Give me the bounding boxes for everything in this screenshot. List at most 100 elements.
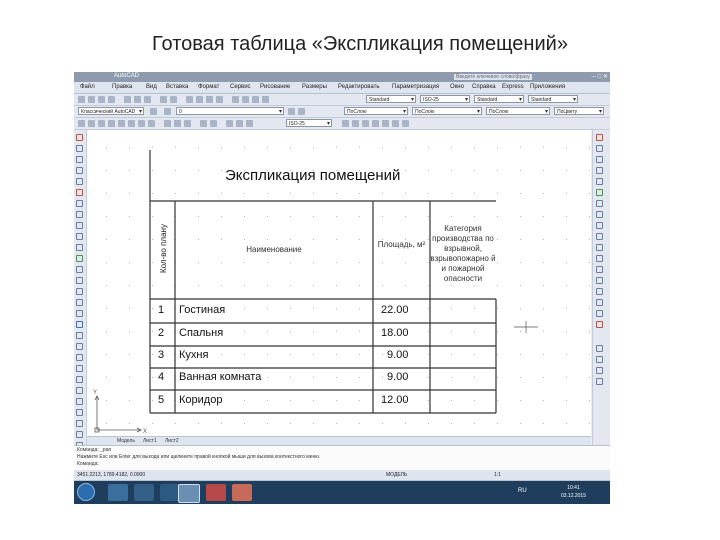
ellipse-icon[interactable] (76, 233, 83, 240)
dim-edit-icon[interactable] (226, 120, 233, 127)
menu-insert[interactable]: Вставка (166, 84, 188, 90)
explorer-icon[interactable] (108, 484, 128, 501)
hatch-tool-icon[interactable] (76, 288, 83, 295)
menu-help[interactable]: Справка (472, 84, 496, 90)
search-input[interactable]: Введите ключевое слово/фразу (454, 74, 532, 80)
multiline-text-icon[interactable] (76, 332, 83, 339)
radius-dim-icon[interactable] (118, 120, 125, 127)
plot-icon[interactable] (108, 96, 115, 103)
layer-previous-icon[interactable] (298, 108, 305, 115)
rectangle-icon[interactable] (382, 120, 389, 127)
scale-icon[interactable] (596, 211, 603, 218)
dim-style-combo[interactable]: ISO-25 (286, 119, 332, 128)
folder-icon[interactable] (232, 484, 252, 501)
hatch-icon[interactable] (392, 120, 399, 127)
arc-tool-icon[interactable] (76, 189, 83, 196)
color-select[interactable]: ПоСлою (344, 107, 408, 116)
properties-icon[interactable] (232, 96, 239, 103)
ordinate-dim-icon[interactable] (108, 120, 115, 127)
menu-tools[interactable]: Сервис (230, 84, 251, 90)
tool-palettes-icon[interactable] (252, 96, 259, 103)
command-prompt[interactable]: Команда: (77, 461, 99, 467)
copy-icon[interactable] (134, 96, 141, 103)
break-at-point-icon[interactable] (596, 255, 603, 262)
cut-icon[interactable] (124, 96, 131, 103)
circle-tool-icon[interactable] (76, 200, 83, 207)
arc-icon[interactable] (362, 120, 369, 127)
continue-dim-icon[interactable] (184, 120, 191, 127)
move-icon[interactable] (596, 189, 603, 196)
zoom-previous-icon[interactable] (216, 96, 223, 103)
table-style-select[interactable]: Standard (474, 95, 524, 104)
polyline-icon[interactable] (352, 120, 359, 127)
zoom-window-icon[interactable] (206, 96, 213, 103)
make-current-layer-icon[interactable] (288, 108, 295, 115)
start-orb-icon[interactable] (77, 483, 95, 501)
baseline-dim-icon[interactable] (174, 120, 181, 127)
polygon-icon[interactable] (76, 167, 83, 174)
mirror-icon[interactable] (596, 156, 603, 163)
chamfer-icon[interactable] (596, 288, 603, 295)
aligned-dim-icon[interactable] (88, 120, 95, 127)
workspace-settings-icon[interactable] (150, 108, 157, 115)
undo-icon[interactable] (160, 96, 167, 103)
workspace-select[interactable]: Классический AutoCAD (78, 107, 144, 116)
ray-icon[interactable] (76, 398, 83, 405)
snap-center-icon[interactable] (596, 378, 603, 385)
redo-icon[interactable] (170, 96, 177, 103)
donut-icon[interactable] (76, 376, 83, 383)
window-controls[interactable]: ─ □ ✕ (592, 73, 608, 80)
menu-apps[interactable]: Приложения (530, 84, 565, 90)
dim-update-icon[interactable] (246, 120, 253, 127)
tolerance-icon[interactable] (200, 120, 207, 127)
spline-icon[interactable] (76, 222, 83, 229)
menu-modify[interactable]: Редактировать (338, 84, 379, 90)
menu-parametric[interactable]: Параметризация (392, 84, 439, 90)
multileader-style-select[interactable]: Standard (528, 95, 578, 104)
annotation-scale[interactable]: 1:1 (494, 472, 501, 478)
lineweight-select[interactable]: ПоСлою (486, 107, 550, 116)
arc-length-icon[interactable] (98, 120, 105, 127)
quick-dim-icon[interactable] (164, 120, 171, 127)
divide-icon[interactable] (76, 431, 83, 438)
blend-curves-icon[interactable] (596, 310, 603, 317)
dim-text-edit-icon[interactable] (236, 120, 243, 127)
linetype-select[interactable]: ПоСлою (412, 107, 482, 116)
trim-icon[interactable] (596, 233, 603, 240)
menu-format[interactable]: Формат (198, 84, 219, 90)
ie-active-icon[interactable] (178, 484, 200, 503)
open-icon[interactable] (88, 96, 95, 103)
erase-icon[interactable] (596, 134, 603, 141)
polyline-tool-icon[interactable] (76, 156, 83, 163)
line-tool-icon[interactable] (76, 134, 83, 141)
ellipse-arc-icon[interactable] (76, 244, 83, 251)
language-indicator[interactable]: RU (518, 488, 527, 494)
add-selected-icon[interactable] (76, 343, 83, 350)
ie-icon[interactable] (160, 484, 180, 501)
menu-file[interactable]: Файл (80, 84, 95, 90)
table-tool-icon[interactable] (76, 321, 83, 328)
diameter-dim-icon[interactable] (138, 120, 145, 127)
sketch-icon[interactable] (76, 420, 83, 427)
multiline-icon[interactable] (76, 409, 83, 416)
revision-cloud-icon[interactable] (76, 211, 83, 218)
layer-properties-icon[interactable] (164, 108, 171, 115)
zoom-icon[interactable] (196, 96, 203, 103)
save-icon[interactable] (98, 96, 105, 103)
join-icon[interactable] (596, 277, 603, 284)
snap-endpoint-icon[interactable] (596, 345, 603, 352)
construction-line-icon[interactable] (76, 145, 83, 152)
autocad-icon[interactable] (206, 484, 226, 501)
new-icon[interactable] (78, 96, 85, 103)
insert-block-icon[interactable] (76, 255, 83, 262)
break-icon[interactable] (596, 266, 603, 273)
tab-model[interactable]: Модель (117, 438, 135, 444)
media-player-icon[interactable] (134, 484, 154, 501)
model-space-button[interactable]: МОДЕЛЬ (386, 472, 407, 478)
menu-edit[interactable]: Правка (112, 84, 132, 90)
wipeout-icon[interactable] (76, 354, 83, 361)
tab-layout1[interactable]: Лист1 (143, 438, 157, 444)
angular-dim-icon[interactable] (148, 120, 155, 127)
helix-icon[interactable] (76, 387, 83, 394)
layer-select[interactable]: 0 (176, 107, 284, 116)
